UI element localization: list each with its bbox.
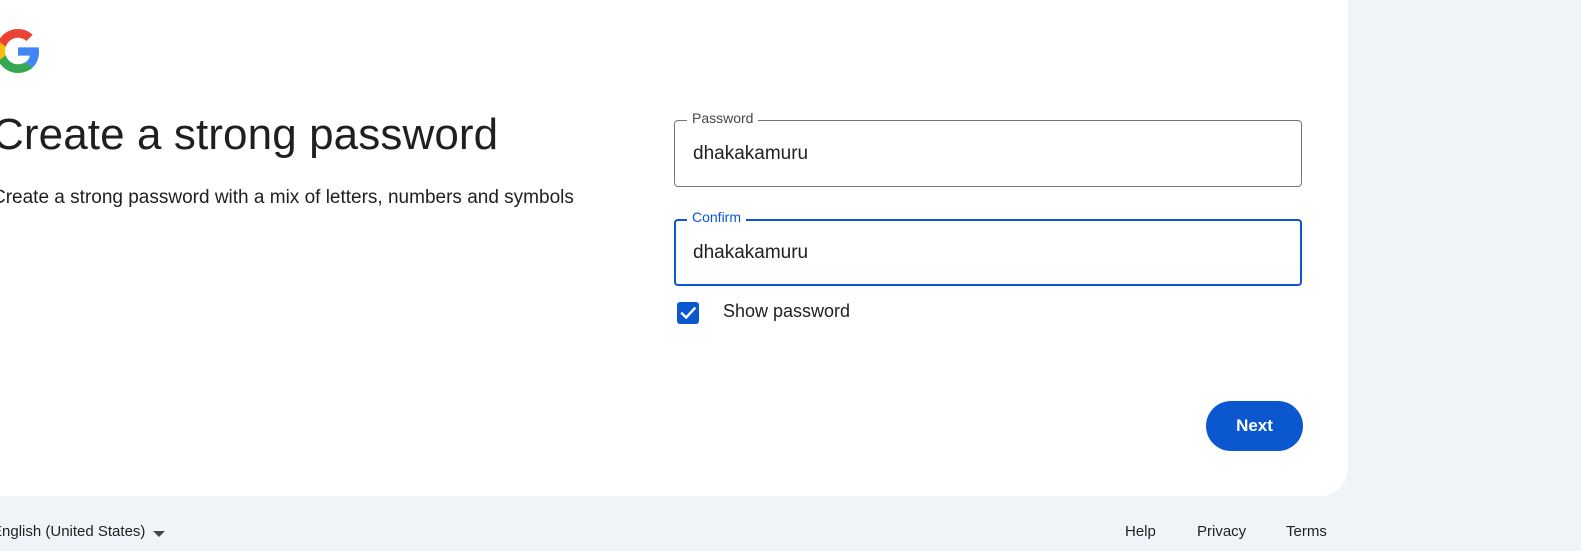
checkmark-icon (680, 306, 697, 320)
language-selector[interactable]: English (United States) (0, 523, 145, 540)
password-label: Password (687, 110, 759, 126)
page-title: Create a strong password (0, 110, 499, 159)
next-button[interactable]: Next (1206, 401, 1303, 451)
privacy-link[interactable]: Privacy (1197, 523, 1246, 540)
google-logo (0, 29, 40, 73)
password-field[interactable]: Password (674, 110, 1302, 187)
confirm-input[interactable] (693, 242, 1283, 264)
confirm-field[interactable]: Confirm (674, 209, 1302, 286)
show-password-label[interactable]: Show password (723, 301, 850, 322)
caret-down-icon[interactable] (153, 531, 165, 537)
show-password-checkbox[interactable] (677, 302, 699, 324)
terms-link[interactable]: Terms (1286, 523, 1327, 540)
confirm-label: Confirm (687, 209, 747, 225)
help-link[interactable]: Help (1125, 523, 1156, 540)
password-input[interactable] (693, 143, 1283, 165)
page-subtitle: Create a strong password with a mix of l… (0, 187, 574, 208)
